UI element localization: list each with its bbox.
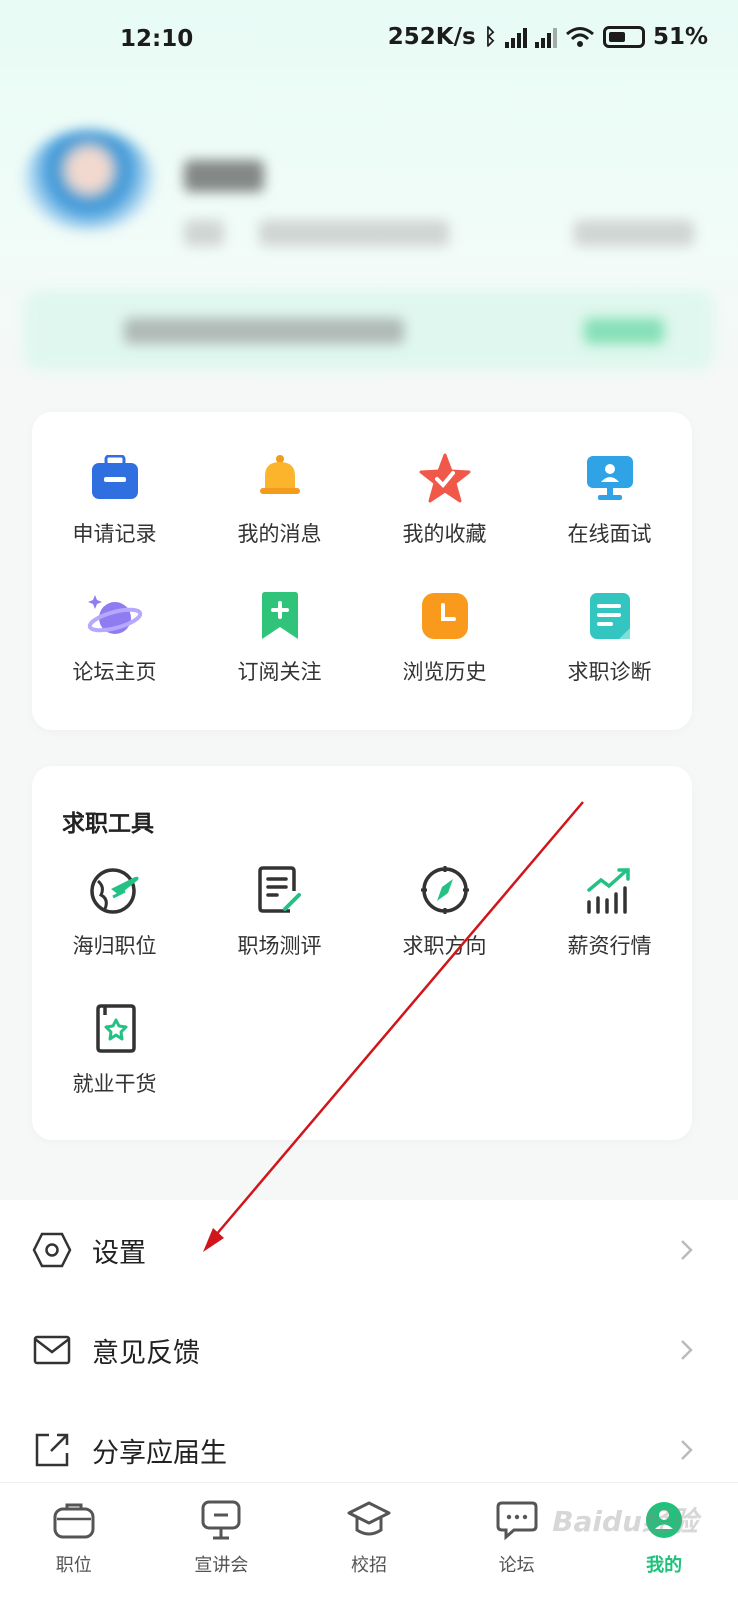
globe-plane-icon [87, 862, 143, 918]
quick-item-applications[interactable]: 申请记录 [32, 434, 197, 572]
network-speed: 252K/s [387, 24, 476, 50]
tab-label: 校招 [350, 1555, 387, 1576]
briefcase-icon [87, 450, 143, 506]
clipboard-edit-icon [252, 862, 308, 918]
quick-item-label: 在线面试 [567, 522, 652, 546]
settings-menu: 设置 意见反馈 分享应届生 [0, 1200, 738, 1500]
tool-item-label: 求职方向 [402, 934, 487, 958]
trend-chart-icon [582, 862, 638, 918]
quick-item-forum-home[interactable]: 论坛主页 [32, 572, 197, 710]
tab-label: 论坛 [498, 1555, 535, 1576]
tool-item-assessment[interactable]: 职场测评 [197, 846, 362, 984]
edit-profile-redacted[interactable] [574, 220, 694, 246]
menu-item-feedback[interactable]: 意见反馈 [0, 1300, 738, 1400]
tool-item-label: 海归职位 [72, 934, 157, 958]
tool-item-career-direction[interactable]: 求职方向 [362, 846, 527, 984]
bluetooth-icon: ᛒ [483, 24, 497, 50]
star-icon [417, 450, 473, 506]
job-tools-title: 求职工具 [62, 811, 154, 837]
promo-banner-redacted[interactable] [24, 290, 714, 370]
quick-item-label: 申请记录 [72, 522, 157, 546]
quick-menu-card: 申请记录 我的消息 我的收藏 在线面试 论坛主页 订阅关注 浏览历史 求职诊断 [32, 412, 692, 730]
tool-item-label: 就业干货 [72, 1072, 157, 1096]
quick-item-label: 求职诊断 [567, 660, 652, 684]
tab-label: 宣讲会 [194, 1555, 249, 1576]
quick-item-subscriptions[interactable]: 订阅关注 [197, 572, 362, 710]
chevron-right-icon [681, 1440, 693, 1460]
avatar[interactable] [24, 130, 154, 230]
tool-item-label: 职场测评 [237, 934, 322, 958]
status-indicators: 252K/s ᛒ 51% [388, 24, 708, 50]
quick-item-interview[interactable]: 在线面试 [527, 434, 692, 572]
document-icon [582, 588, 638, 644]
tool-item-career-tips[interactable]: 就业干货 [32, 984, 197, 1122]
quick-item-label: 我的收藏 [402, 522, 487, 546]
menu-item-label: 分享应届生 [92, 1437, 227, 1469]
tab-label: 我的 [646, 1555, 683, 1576]
book-star-icon [87, 1000, 143, 1056]
quick-item-messages[interactable]: 我的消息 [197, 434, 362, 572]
menu-item-settings[interactable]: 设置 [0, 1200, 738, 1300]
tool-item-overseas-jobs[interactable]: 海归职位 [32, 846, 197, 984]
menu-item-label: 设置 [92, 1237, 146, 1269]
planet-icon [87, 588, 143, 644]
clock-icon [417, 588, 473, 644]
quick-item-label: 订阅关注 [237, 660, 322, 684]
compass-icon [417, 862, 473, 918]
tool-item-label: 薪资行情 [567, 934, 652, 958]
signal-icon [504, 26, 527, 48]
signal-icon-2 [534, 26, 557, 48]
status-bar: 12:10 252K/s ᛒ 51% [0, 0, 738, 80]
podium-icon [198, 1497, 244, 1543]
settings-hexagon-icon [30, 1228, 74, 1272]
watermark: Baidu经验 [552, 1505, 698, 1538]
tab-jobs[interactable]: 职位 [0, 1483, 148, 1600]
battery-icon [602, 26, 645, 48]
tab-label: 职位 [55, 1555, 92, 1576]
menu-item-label: 意见反馈 [92, 1337, 200, 1369]
mail-icon [30, 1328, 74, 1372]
tab-campus-recruit[interactable]: 校招 [295, 1483, 443, 1600]
bag-icon [51, 1497, 97, 1543]
quick-item-label: 论坛主页 [72, 660, 157, 684]
share-external-icon [30, 1428, 74, 1472]
quick-item-label: 我的消息 [237, 522, 322, 546]
bell-icon [252, 450, 308, 506]
chevron-right-icon [681, 1240, 693, 1260]
quick-item-history[interactable]: 浏览历史 [362, 572, 527, 710]
chevron-right-icon [681, 1340, 693, 1360]
wifi-icon [565, 27, 594, 47]
tool-item-salary[interactable]: 薪资行情 [527, 846, 692, 984]
user-name-redacted [184, 160, 264, 192]
chat-icon [494, 1497, 540, 1543]
tab-seminars[interactable]: 宣讲会 [148, 1483, 296, 1600]
battery-level: 51% [652, 24, 708, 50]
job-tools-card: 求职工具 海归职位 职场测评 求职方向 薪资行情 就业干货 [32, 766, 692, 1140]
quick-item-diagnosis[interactable]: 求职诊断 [527, 572, 692, 710]
user-info-redacted [184, 220, 224, 246]
graduation-cap-icon [346, 1497, 392, 1543]
user-info-redacted [259, 220, 449, 246]
profile-header[interactable] [24, 130, 714, 380]
status-time: 12:10 [120, 26, 194, 52]
bookmark-icon [252, 588, 308, 644]
monitor-icon [582, 450, 638, 506]
quick-item-favorites[interactable]: 我的收藏 [362, 434, 527, 572]
quick-item-label: 浏览历史 [402, 660, 487, 684]
